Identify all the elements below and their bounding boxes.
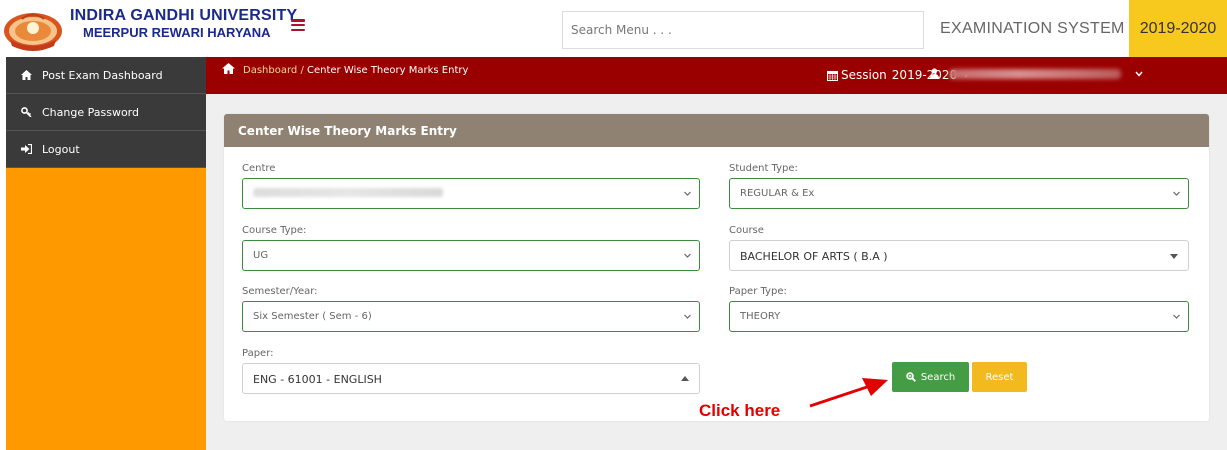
click-here-annotation: Click here [699, 401, 781, 420]
course-select[interactable]: BACHELOR OF ARTS ( B.A ) [729, 240, 1189, 271]
chevron-down-icon [1173, 191, 1180, 196]
course-type-value: UG [253, 250, 269, 261]
hamburger-menu-icon[interactable] [291, 19, 305, 31]
breadcrumb-separator: / [297, 64, 307, 76]
centre-value-redacted [253, 188, 443, 197]
search-icon [906, 372, 916, 382]
search-button[interactable]: Search [892, 362, 969, 392]
caret-up-icon [681, 376, 689, 381]
breadcrumb-dashboard-link[interactable]: Dashboard [243, 65, 297, 76]
paper-select[interactable]: ENG - 61001 - ENGLISH [242, 363, 700, 394]
chevron-down-icon [1173, 314, 1180, 319]
course-label: Course [729, 225, 764, 236]
course-field: Course BACHELOR OF ARTS ( B.A ) [729, 225, 1189, 271]
sidebar-item-change-password[interactable]: Change Password [6, 94, 206, 131]
user-name-redacted [949, 68, 1121, 79]
university-name-line2: MEERPUR REWARI HARYANA [83, 25, 271, 40]
chevron-down-icon [684, 191, 691, 196]
paper-type-value: THEORY [740, 311, 781, 322]
paper-type-select[interactable]: THEORY [729, 301, 1189, 332]
home-icon[interactable] [222, 63, 235, 77]
system-title: EXAMINATION SYSTEM [940, 20, 1125, 37]
reset-button-label: Reset [985, 371, 1014, 383]
session-label: Session [841, 68, 887, 82]
student-type-field: Student Type: REGULAR & Ex [729, 163, 1189, 209]
sidebar-item-post-exam-dashboard[interactable]: Post Exam Dashboard [6, 57, 206, 94]
breadcrumb: Dashboard / Center Wise Theory Marks Ent… [222, 63, 468, 77]
chevron-down-icon [684, 314, 691, 319]
breadcrumb-current: Center Wise Theory Marks Entry [307, 64, 469, 76]
top-header: INDIRA GANDHI UNIVERSITY MEERPUR REWARI … [0, 0, 1227, 57]
semester-select[interactable]: Six Semester ( Sem - 6) [242, 301, 700, 332]
home-icon [20, 70, 32, 80]
search-menu-input[interactable] [562, 11, 924, 49]
sidebar-item-label: Change Password [42, 105, 139, 119]
semester-value: Six Semester ( Sem - 6) [253, 311, 372, 322]
sidebar-item-label: Post Exam Dashboard [42, 68, 163, 82]
paper-value: ENG - 61001 - ENGLISH [253, 373, 382, 386]
session-badge: 2019-2020 [1129, 0, 1227, 57]
user-dropdown[interactable] [930, 68, 1143, 79]
chevron-down-icon [684, 253, 691, 258]
paper-type-field: Paper Type: THEORY [729, 286, 1189, 332]
paper-type-label: Paper Type: [729, 286, 787, 297]
sidebar-item-label: Logout [42, 142, 80, 156]
key-icon [20, 107, 32, 117]
student-type-select[interactable]: REGULAR & Ex [729, 178, 1189, 209]
paper-field: Paper: ENG - 61001 - ENGLISH [242, 348, 700, 394]
student-type-label: Student Type: [729, 163, 798, 174]
course-type-label: Course Type: [242, 225, 307, 236]
course-type-field: Course Type: UG [242, 225, 700, 271]
paper-label: Paper: [242, 348, 274, 359]
student-type-value: REGULAR & Ex [740, 188, 815, 199]
breadcrumb-bar: Dashboard / Center Wise Theory Marks Ent… [206, 57, 1227, 94]
marks-entry-form-card: Center Wise Theory Marks Entry Centre St… [224, 114, 1209, 421]
calendar-icon [827, 70, 838, 81]
sidebar-item-logout[interactable]: Logout [6, 131, 206, 168]
logout-icon [20, 144, 32, 154]
university-name: INDIRA GANDHI UNIVERSITY MEERPUR REWARI … [70, 7, 297, 41]
semester-label: Semester/Year: [242, 286, 318, 297]
centre-field: Centre [242, 163, 700, 209]
chevron-down-icon [1135, 71, 1143, 77]
form-title: Center Wise Theory Marks Entry [224, 114, 1209, 147]
semester-field: Semester/Year: Six Semester ( Sem - 6) [242, 286, 700, 332]
course-type-select[interactable]: UG [242, 240, 700, 271]
search-button-label: Search [920, 371, 956, 383]
course-value: BACHELOR OF ARTS ( B.A ) [740, 250, 888, 263]
main-content: Dashboard / Center Wise Theory Marks Ent… [206, 57, 1227, 450]
sidebar: Post Exam Dashboard Change Password Logo… [6, 57, 206, 450]
university-name-line1: INDIRA GANDHI UNIVERSITY [70, 7, 298, 24]
centre-select[interactable] [242, 178, 700, 209]
university-logo [2, 4, 64, 54]
caret-down-icon [1170, 254, 1178, 259]
user-icon [930, 68, 939, 79]
reset-button[interactable]: Reset [972, 362, 1027, 392]
centre-label: Centre [242, 163, 276, 174]
